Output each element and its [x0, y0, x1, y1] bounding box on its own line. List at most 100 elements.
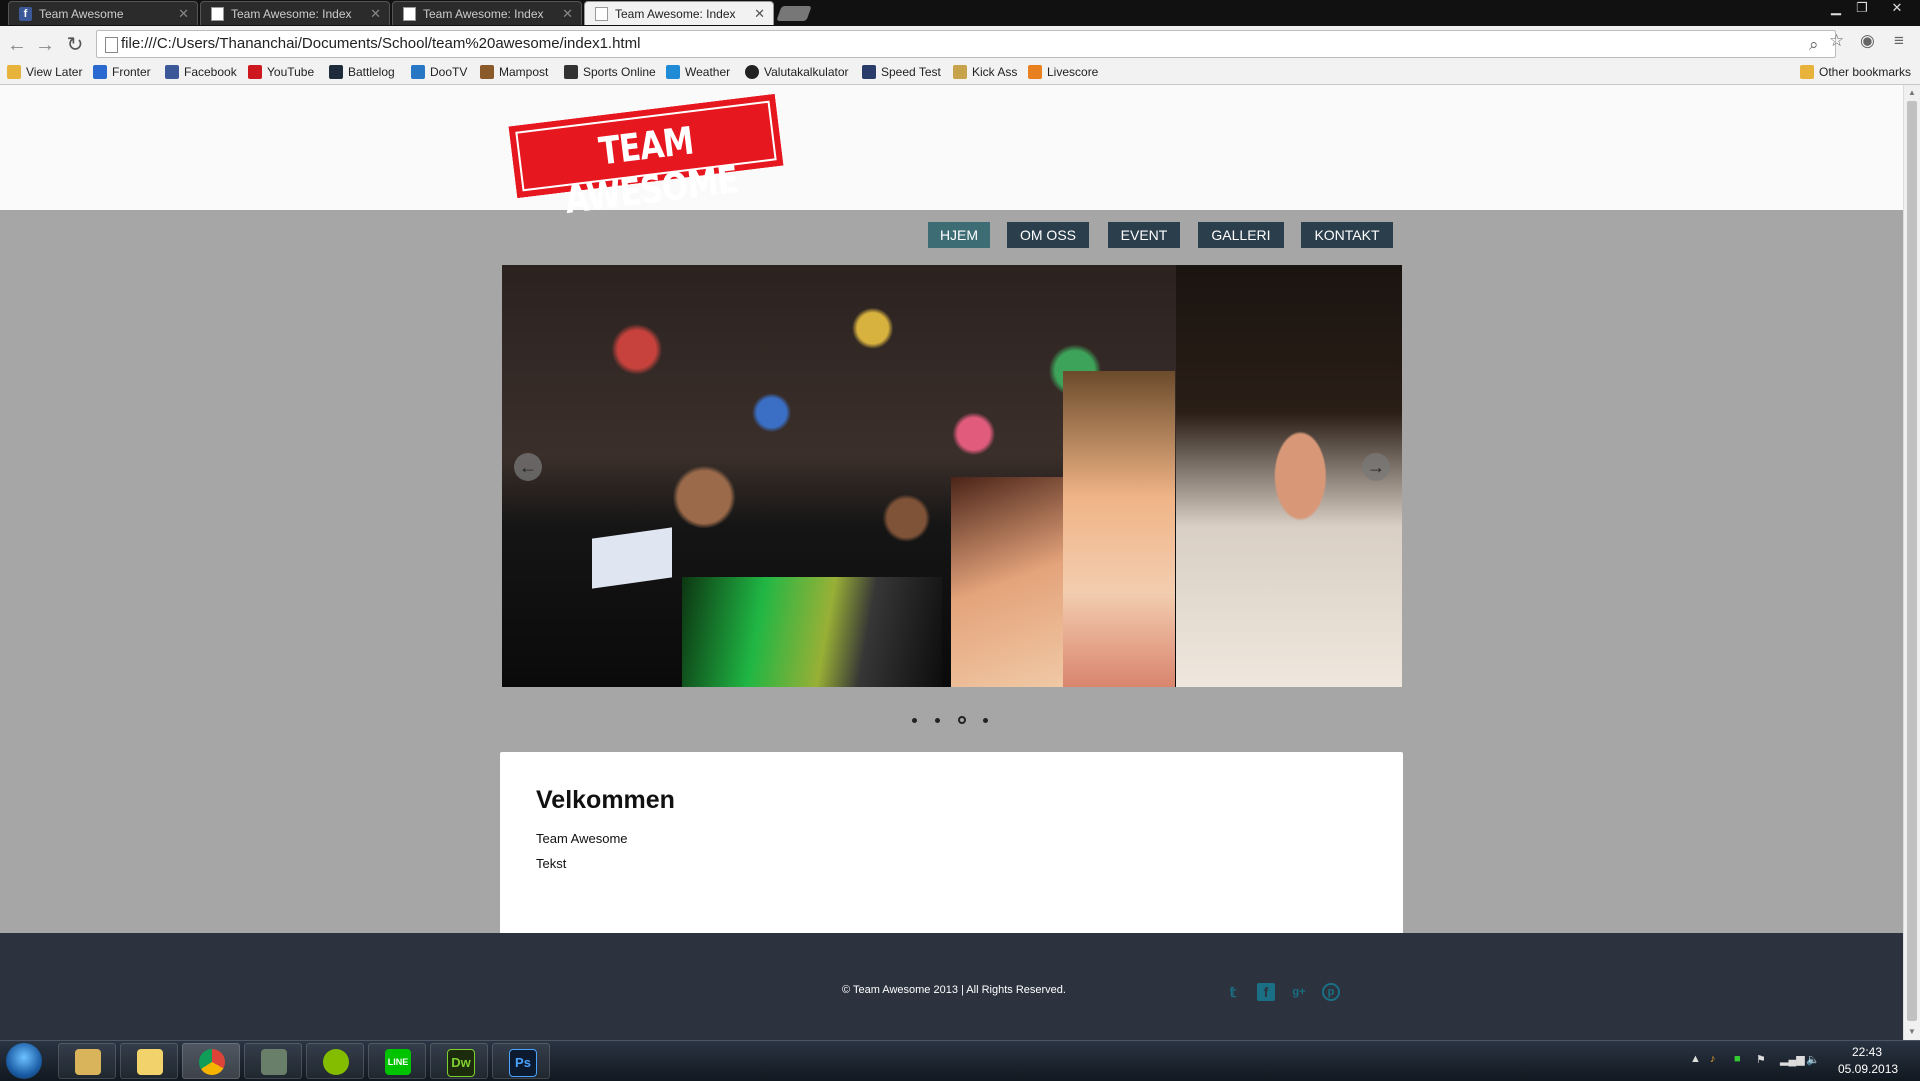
slider-dot-4[interactable]	[983, 718, 988, 723]
google-plus-icon[interactable]: g+	[1290, 983, 1308, 1001]
slider-dot-2[interactable]	[935, 718, 940, 723]
forward-icon[interactable]: →	[32, 32, 58, 58]
slider-dot-1[interactable]	[912, 718, 917, 723]
reload-icon[interactable]: ↻	[62, 32, 88, 58]
bookmark-kick-ass[interactable]: Kick Ass	[953, 63, 1017, 81]
bookmark-valutakalkulator[interactable]: Valutakalkulator	[745, 63, 849, 81]
extension-icon[interactable]: ◉	[1860, 31, 1875, 51]
search-icon[interactable]: ⌕	[1809, 35, 1819, 55]
bookmark-label: Battlelog	[348, 65, 395, 79]
tab-title: Team Awesome: Index	[615, 7, 736, 21]
network-icon	[261, 1049, 287, 1075]
bookmark-fronter[interactable]: Fronter	[93, 63, 151, 81]
valuta-icon	[745, 65, 759, 79]
slider-photo-tile-b	[1063, 371, 1175, 687]
taskbar-line[interactable]: LINE	[368, 1043, 426, 1079]
youtube-icon	[248, 65, 262, 79]
bookmark-dootv[interactable]: DooTV	[411, 63, 467, 81]
new-tab-button[interactable]	[776, 6, 812, 21]
close-icon[interactable]: ✕	[370, 2, 381, 25]
welcome-line-1: Team Awesome	[536, 831, 628, 846]
back-icon[interactable]: ←	[4, 32, 30, 58]
bookmark-label: Mampost	[499, 65, 549, 79]
tray-app-icon[interactable]: ♪	[1710, 1053, 1716, 1065]
tab-1[interactable]: f Team Awesome ✕	[8, 1, 198, 25]
close-icon[interactable]: ✕	[178, 2, 189, 25]
bookmark-label: Livescore	[1047, 65, 1099, 79]
close-icon[interactable]: ✕	[754, 2, 765, 25]
taskbar-network[interactable]	[244, 1043, 302, 1079]
taskbar-photoshop[interactable]: Ps	[492, 1043, 550, 1079]
star-icon[interactable]: ☆	[1829, 31, 1844, 51]
photoshop-icon: Ps	[509, 1049, 537, 1077]
bookmark-mampost[interactable]: Mampost	[480, 63, 548, 81]
page-scrollbar[interactable]: ▲ ▼	[1903, 85, 1920, 1040]
nav-galleri[interactable]: GALLERI	[1198, 222, 1284, 248]
fronter-icon	[93, 65, 107, 79]
network-signal-icon[interactable]: ▂▄▆	[1780, 1053, 1805, 1066]
bookmark-label: Kick Ass	[972, 65, 1018, 79]
welcome-box: Velkommen Team Awesome Tekst	[500, 752, 1403, 934]
close-icon[interactable]: ✕	[562, 2, 573, 25]
bookmark-weather[interactable]: Weather	[666, 63, 730, 81]
taskbar-explorer[interactable]	[58, 1043, 116, 1079]
tray-expand-icon[interactable]: ▲	[1690, 1053, 1701, 1065]
tab-title: Team Awesome: Index	[231, 7, 352, 21]
line-icon: LINE	[385, 1049, 411, 1075]
tray-status-icon[interactable]: ■	[1734, 1053, 1741, 1065]
arrow-left-icon[interactable]: ←	[514, 453, 542, 481]
taskbar-chrome[interactable]	[182, 1043, 240, 1079]
facebook-icon[interactable]: f	[1257, 983, 1275, 1001]
bookmark-label: Facebook	[184, 65, 237, 79]
bookmark-view-later[interactable]: View Later	[7, 63, 82, 81]
bookmark-label: YouTube	[267, 65, 315, 79]
scroll-thumb[interactable]	[1907, 101, 1917, 1021]
slider-dot-3[interactable]	[958, 716, 966, 724]
image-slider[interactable]: ← →	[502, 265, 1402, 687]
bookmark-livescore[interactable]: Livescore	[1028, 63, 1098, 81]
nav-kontakt[interactable]: KONTAKT	[1301, 222, 1393, 248]
nav-om-oss[interactable]: OM OSS	[1007, 222, 1089, 248]
nav-event[interactable]: EVENT	[1108, 222, 1180, 248]
minimize-icon[interactable]: ▁	[1822, 0, 1850, 18]
clock-time[interactable]: 22:43	[1852, 1045, 1882, 1059]
tab-2[interactable]: Team Awesome: Index ✕	[200, 1, 390, 25]
scroll-down-icon[interactable]: ▼	[1908, 1027, 1916, 1036]
tab-4-active[interactable]: Team Awesome: Index ✕	[584, 1, 774, 25]
bookmark-facebook[interactable]: Facebook	[165, 63, 237, 81]
facebook-icon: f	[19, 7, 32, 21]
other-bookmarks[interactable]: Other bookmarks	[1800, 63, 1911, 81]
nav-hjem[interactable]: HJEM	[928, 222, 990, 248]
bookmark-label: Fronter	[112, 65, 151, 79]
bookmark-battlelog[interactable]: Battlelog	[329, 63, 395, 81]
flag-icon[interactable]: ⚑	[1756, 1053, 1766, 1066]
bookmarks-bar: View Later Fronter Facebook YouTube Batt…	[0, 60, 1920, 84]
bookmark-label: Valutakalkulator	[764, 65, 849, 79]
tab-3[interactable]: Team Awesome: Index ✕	[392, 1, 582, 25]
pinterest-icon[interactable]: p	[1322, 983, 1340, 1001]
team-awesome-logo[interactable]: TEAM AWESOME	[508, 93, 784, 222]
bookmark-sports-online[interactable]: Sports Online	[564, 63, 656, 81]
document-icon	[211, 7, 224, 21]
arrow-right-icon[interactable]: →	[1362, 453, 1390, 481]
bookmark-speed-test[interactable]: Speed Test	[862, 63, 941, 81]
restore-icon[interactable]: ❐	[1848, 0, 1876, 18]
close-window-icon[interactable]: ✕	[1880, 0, 1914, 18]
clock-date[interactable]: 05.09.2013	[1838, 1062, 1898, 1076]
folder-icon	[1800, 65, 1814, 79]
start-button[interactable]	[6, 1043, 42, 1079]
address-bar[interactable]: file:///C:/Users/Thananchai/Documents/Sc…	[96, 30, 1836, 58]
taskbar-folder[interactable]	[120, 1043, 178, 1079]
bookmark-youtube[interactable]: YouTube	[248, 63, 314, 81]
yr-icon	[666, 65, 680, 79]
menu-icon[interactable]: ≡	[1894, 31, 1904, 51]
scroll-up-icon[interactable]: ▲	[1908, 88, 1916, 97]
volume-icon[interactable]: 🔈	[1806, 1053, 1820, 1066]
dreamweaver-icon: Dw	[447, 1049, 475, 1077]
twitter-icon[interactable]: 𝕥	[1224, 983, 1242, 1001]
taskbar-spotify[interactable]	[306, 1043, 364, 1079]
taskbar-dreamweaver[interactable]: Dw	[430, 1043, 488, 1079]
url-text[interactable]: file:///C:/Users/Thananchai/Documents/Sc…	[121, 31, 640, 57]
bookmark-label: Speed Test	[881, 65, 941, 79]
battlelog-icon	[329, 65, 343, 79]
